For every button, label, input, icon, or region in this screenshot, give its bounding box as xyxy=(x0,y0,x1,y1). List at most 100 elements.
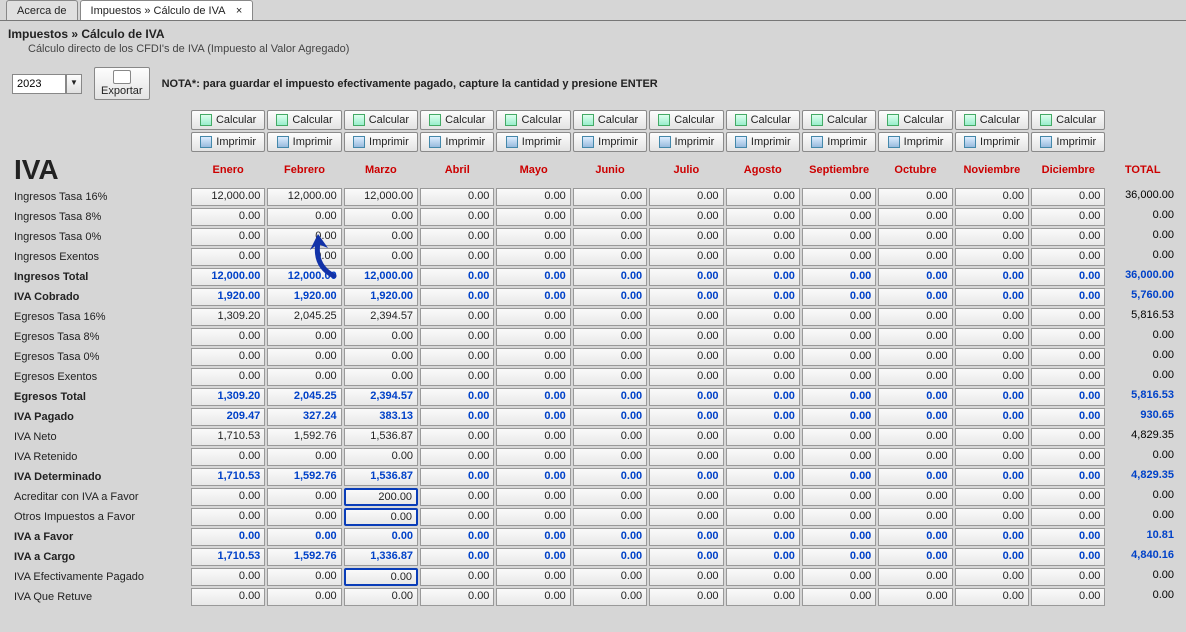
value-cell[interactable]: 0.00 xyxy=(726,308,800,326)
value-cell[interactable]: 0.00 xyxy=(878,188,952,206)
value-cell[interactable]: 0.00 xyxy=(496,268,570,286)
value-cell[interactable]: 2,394.57 xyxy=(344,388,418,406)
value-cell[interactable]: 0.00 xyxy=(573,348,647,366)
value-cell[interactable]: 0.00 xyxy=(802,488,876,506)
calcular-button[interactable]: Calcular xyxy=(649,110,723,130)
value-cell[interactable]: 0.00 xyxy=(496,568,570,586)
value-cell[interactable]: 0.00 xyxy=(726,188,800,206)
value-cell[interactable]: 1,710.53 xyxy=(191,468,265,486)
value-cell[interactable]: 0.00 xyxy=(878,248,952,266)
value-cell[interactable]: 0.00 xyxy=(573,188,647,206)
value-cell[interactable]: 2,045.25 xyxy=(267,388,341,406)
imprimir-button[interactable]: Imprimir xyxy=(649,132,723,152)
value-cell[interactable]: 0.00 xyxy=(726,228,800,246)
value-cell[interactable]: 0.00 xyxy=(878,568,952,586)
value-cell[interactable]: 0.00 xyxy=(267,528,341,546)
value-cell[interactable]: 0.00 xyxy=(802,248,876,266)
calcular-button[interactable]: Calcular xyxy=(1031,110,1105,130)
value-cell[interactable]: 0.00 xyxy=(726,508,800,526)
year-input[interactable] xyxy=(12,74,66,94)
value-cell[interactable]: 0.00 xyxy=(573,408,647,426)
value-cell[interactable]: 0.00 xyxy=(191,368,265,386)
value-cell[interactable]: 0.00 xyxy=(649,308,723,326)
value-cell[interactable]: 383.13 xyxy=(344,408,418,426)
value-cell[interactable]: 0.00 xyxy=(420,308,494,326)
value-cell[interactable]: 0.00 xyxy=(344,248,418,266)
value-cell[interactable]: 0.00 xyxy=(878,408,952,426)
value-cell[interactable]: 0.00 xyxy=(726,348,800,366)
value-cell[interactable]: 0.00 xyxy=(496,288,570,306)
value-cell[interactable]: 0.00 xyxy=(573,588,647,606)
value-cell[interactable]: 0.00 xyxy=(1031,188,1105,206)
value-cell[interactable]: 1,920.00 xyxy=(191,288,265,306)
value-cell[interactable]: 1,336.87 xyxy=(344,548,418,566)
value-cell[interactable]: 0.00 xyxy=(1031,468,1105,486)
value-cell[interactable]: 0.00 xyxy=(802,428,876,446)
value-cell[interactable]: 0.00 xyxy=(1031,588,1105,606)
value-cell[interactable]: 0.00 xyxy=(420,428,494,446)
calcular-button[interactable]: Calcular xyxy=(726,110,800,130)
value-cell[interactable]: 0.00 xyxy=(344,328,418,346)
value-cell[interactable]: 0.00 xyxy=(726,548,800,566)
value-cell[interactable]: 0.00 xyxy=(267,368,341,386)
value-cell[interactable]: 0.00 xyxy=(496,228,570,246)
value-cell[interactable]: 12,000.00 xyxy=(344,268,418,286)
value-cell[interactable]: 0.00 xyxy=(573,208,647,226)
value-cell[interactable]: 1,309.20 xyxy=(191,308,265,326)
value-cell[interactable]: 0.00 xyxy=(726,328,800,346)
value-cell[interactable]: 0.00 xyxy=(955,408,1029,426)
value-cell[interactable]: 0.00 xyxy=(496,348,570,366)
calcular-button[interactable]: Calcular xyxy=(802,110,876,130)
value-cell[interactable]: 0.00 xyxy=(649,488,723,506)
value-cell[interactable]: 0.00 xyxy=(420,488,494,506)
value-cell[interactable]: 0.00 xyxy=(573,428,647,446)
value-cell[interactable]: 0.00 xyxy=(878,528,952,546)
value-cell[interactable]: 0.00 xyxy=(878,508,952,526)
value-cell[interactable]: 0.00 xyxy=(649,188,723,206)
value-cell[interactable]: 0.00 xyxy=(1031,568,1105,586)
value-cell[interactable]: 0.00 xyxy=(191,568,265,586)
value-cell[interactable]: 0.00 xyxy=(649,468,723,486)
value-cell[interactable]: 0.00 xyxy=(802,588,876,606)
value-cell[interactable]: 0.00 xyxy=(344,208,418,226)
value-cell[interactable]: 0.00 xyxy=(420,188,494,206)
value-cell[interactable]: 0.00 xyxy=(496,468,570,486)
value-cell[interactable]: 0.00 xyxy=(191,208,265,226)
value-cell[interactable]: 0.00 xyxy=(420,528,494,546)
value-cell[interactable]: 209.47 xyxy=(191,408,265,426)
value-cell[interactable]: 0.00 xyxy=(1031,308,1105,326)
value-cell[interactable]: 0.00 xyxy=(573,268,647,286)
value-cell[interactable]: 0.00 xyxy=(878,468,952,486)
value-cell[interactable]: 200.00 xyxy=(344,488,418,506)
value-cell[interactable]: 0.00 xyxy=(267,228,341,246)
value-cell[interactable]: 0.00 xyxy=(267,448,341,466)
value-cell[interactable]: 0.00 xyxy=(1031,328,1105,346)
value-cell[interactable]: 0.00 xyxy=(802,348,876,366)
imprimir-button[interactable]: Imprimir xyxy=(344,132,418,152)
value-cell[interactable]: 0.00 xyxy=(802,288,876,306)
value-cell[interactable]: 0.00 xyxy=(191,588,265,606)
value-cell[interactable]: 0.00 xyxy=(878,388,952,406)
value-cell[interactable]: 0.00 xyxy=(1031,448,1105,466)
value-cell[interactable]: 0.00 xyxy=(573,328,647,346)
value-cell[interactable]: 0.00 xyxy=(878,208,952,226)
value-cell[interactable]: 0.00 xyxy=(496,188,570,206)
value-cell[interactable]: 0.00 xyxy=(573,468,647,486)
value-cell[interactable]: 327.24 xyxy=(267,408,341,426)
value-cell[interactable]: 0.00 xyxy=(726,368,800,386)
value-cell[interactable]: 1,536.87 xyxy=(344,468,418,486)
value-cell[interactable]: 0.00 xyxy=(267,248,341,266)
value-cell[interactable]: 0.00 xyxy=(955,328,1029,346)
value-cell[interactable]: 0.00 xyxy=(726,408,800,426)
value-cell[interactable]: 0.00 xyxy=(955,528,1029,546)
imprimir-button[interactable]: Imprimir xyxy=(1031,132,1105,152)
value-cell[interactable]: 0.00 xyxy=(267,348,341,366)
value-cell[interactable]: 0.00 xyxy=(1031,348,1105,366)
value-cell[interactable]: 0.00 xyxy=(1031,288,1105,306)
value-cell[interactable]: 0.00 xyxy=(878,228,952,246)
value-cell[interactable]: 0.00 xyxy=(496,588,570,606)
value-cell[interactable]: 0.00 xyxy=(420,388,494,406)
value-cell[interactable]: 0.00 xyxy=(496,428,570,446)
value-cell[interactable]: 0.00 xyxy=(1031,548,1105,566)
value-cell[interactable]: 0.00 xyxy=(420,268,494,286)
